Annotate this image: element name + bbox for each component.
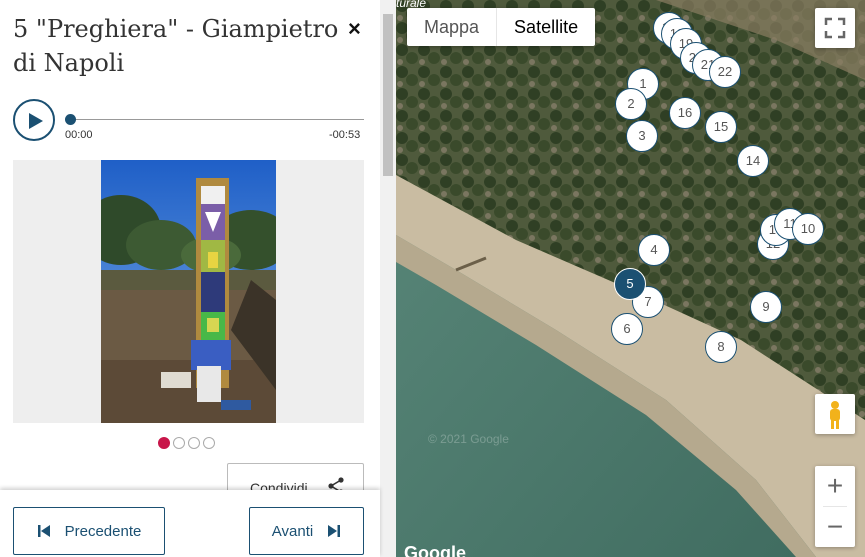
map-marker-9[interactable]: 9 (750, 291, 782, 323)
google-logo: Google (404, 543, 466, 557)
previous-button[interactable]: Precedente (13, 507, 165, 555)
audio-progress-handle[interactable] (65, 114, 76, 125)
audio-progress-track[interactable] (70, 119, 364, 120)
carousel-dot[interactable] (203, 436, 215, 449)
close-button[interactable]: × (348, 18, 361, 40)
map-marker-5[interactable]: 5 (614, 268, 646, 300)
map-marker-6[interactable]: 6 (611, 313, 643, 345)
map-marker-15[interactable]: 15 (705, 111, 737, 143)
fullscreen-icon (824, 17, 846, 39)
map-copyright: © 2021 Google (428, 432, 509, 446)
map-marker-16[interactable]: 16 (669, 97, 701, 129)
play-button[interactable] (13, 99, 55, 141)
map-type-control: Mappa Satellite (407, 8, 596, 46)
map-marker-2[interactable]: 2 (615, 88, 647, 120)
map-type-map[interactable]: Mappa (407, 8, 496, 46)
audio-remaining-time: -00:53 (329, 129, 361, 141)
carousel-dots (158, 434, 218, 452)
audio-current-time: 00:00 (65, 129, 93, 141)
zoom-in-button[interactable]: + (815, 466, 855, 506)
fullscreen-button[interactable] (815, 8, 855, 48)
street-view-pegman[interactable] (815, 394, 855, 434)
artwork-photo (101, 160, 276, 423)
map-type-satellite[interactable]: Satellite (496, 8, 595, 46)
panel-scrollbar-thumb[interactable] (383, 14, 393, 176)
navigation-footer: Precedente Avanti (0, 490, 380, 557)
previous-label: Precedente (64, 522, 142, 540)
map-marker-3[interactable]: 3 (626, 120, 658, 152)
satellite-map[interactable]: turale Mappa Satellite + − © 2021 Google… (396, 0, 865, 557)
play-icon (29, 113, 43, 129)
info-panel: 5 "Preghiera" - Giampietro di Napoli × 0… (0, 0, 396, 557)
map-marker-10[interactable]: 10 (792, 213, 824, 245)
next-label: Avanti (271, 522, 314, 540)
map-marker-14[interactable]: 14 (737, 145, 769, 177)
carousel-dot[interactable] (158, 436, 170, 449)
image-carousel[interactable] (13, 160, 364, 423)
zoom-out-button[interactable]: − (815, 507, 855, 547)
carousel-dot[interactable] (188, 436, 200, 449)
panel-content: 5 "Preghiera" - Giampietro di Napoli × 0… (0, 0, 380, 557)
map-marker-22[interactable]: 22 (709, 56, 741, 88)
zoom-control: + − (815, 466, 855, 547)
skip-next-icon (328, 525, 341, 537)
skip-previous-icon (37, 525, 50, 537)
next-button[interactable]: Avanti (249, 507, 364, 555)
page-title: 5 "Preghiera" - Giampietro di Napoli (13, 15, 339, 77)
carousel-dot[interactable] (173, 436, 185, 449)
pegman-icon (830, 401, 840, 429)
map-marker-4[interactable]: 4 (638, 234, 670, 266)
map-marker-8[interactable]: 8 (705, 331, 737, 363)
